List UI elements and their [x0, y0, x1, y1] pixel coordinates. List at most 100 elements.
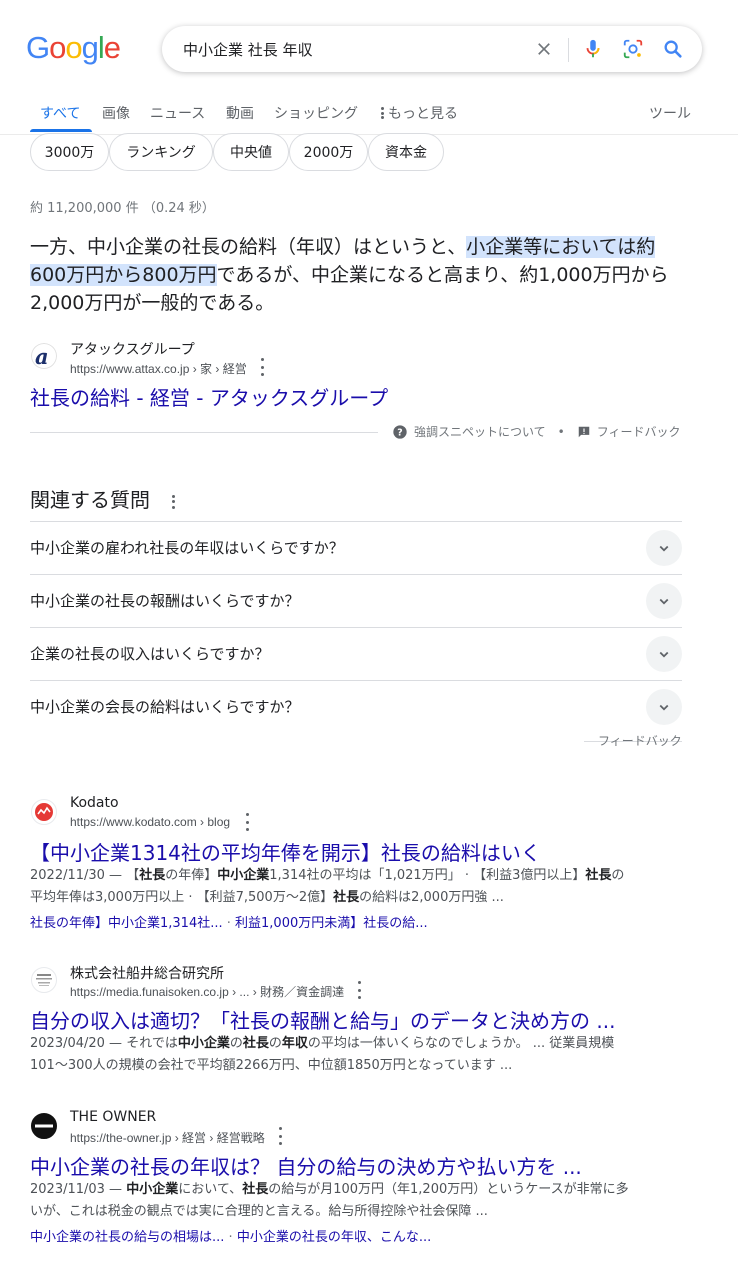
result-title-link[interactable]: 社長の給料 - 経営 - アタックスグループ: [30, 382, 388, 411]
site-url[interactable]: https://the-owner.jp › 経営 › 経営戦略: [70, 1129, 265, 1146]
result-snippet: 2023/11/03 — 中小企業において、社長の給与が月100万円（年1,20…: [30, 1179, 630, 1223]
tab-videos[interactable]: 動画: [226, 103, 254, 123]
chip-capital[interactable]: 資本金: [368, 133, 444, 171]
kodato-favicon: [31, 799, 57, 825]
result-stats: 約 11,200,000 件 （0.24 秒）: [30, 201, 215, 216]
snippet-bold-term: 年収: [281, 1036, 308, 1051]
sublink[interactable]: 社長の年俸】中小企業1,314社...: [30, 916, 223, 931]
active-tab-indicator: [30, 129, 92, 132]
search-input[interactable]: 中小企業 社長 年収: [183, 39, 313, 60]
more-vert-icon: [380, 107, 384, 119]
search-tabs: すべて 画像 ニュース 動画 ショッピング もっと見る ツール: [0, 96, 738, 135]
question-row[interactable]: 企業の社長の収入はいくらですか？: [30, 627, 682, 681]
svg-text:a: a: [35, 344, 49, 369]
snippet-footer: ? 強調スニペットについて • フィードバック: [392, 423, 681, 440]
snippet-text: 【: [126, 868, 140, 883]
snippet-text: それでは: [126, 1036, 178, 1051]
site-name: Kodato: [70, 795, 119, 811]
featured-snippet-text: 一方、中小企業の社長の給料（年収）はというと、小企業等においては約600万円から…: [30, 233, 680, 317]
clear-icon[interactable]: [532, 37, 556, 61]
about-snippets-link[interactable]: 強調スニペットについて: [414, 423, 546, 440]
result-date: 2023/04/20 —: [30, 1036, 127, 1051]
tab-all[interactable]: すべて: [40, 103, 80, 123]
snippet-bold-term: 中小企業: [126, 1182, 179, 1197]
site-url[interactable]: https://www.kodato.com › blog: [70, 815, 230, 829]
logo-letter: g: [81, 30, 99, 65]
result-title-link[interactable]: 自分の収入は適切？「社長の報酬と給与」のデータと決め方の ...: [30, 1005, 615, 1034]
tools-button[interactable]: ツール: [649, 103, 691, 123]
question-text: 企業の社長の収入はいくらですか？: [30, 645, 270, 663]
search-icon[interactable]: [661, 37, 685, 61]
more-options-icon[interactable]: [356, 981, 362, 999]
sublink-separator: ·: [222, 916, 236, 931]
bullet-separator: •: [557, 424, 565, 439]
snippet-text: において、: [178, 1182, 243, 1197]
snippet-bold-term: 社長: [242, 1182, 269, 1197]
snippet-text: の給料は2,000万円強 ...: [359, 890, 504, 905]
chip-3000man[interactable]: 3000万: [30, 133, 109, 171]
tab-news[interactable]: ニュース: [150, 103, 205, 123]
sublink[interactable]: 中小企業の社長の給与の相場は...: [30, 1230, 224, 1245]
feedback-icon[interactable]: [577, 425, 591, 439]
feedback-link[interactable]: フィードバック: [597, 423, 681, 440]
logo-letter: o: [65, 30, 82, 65]
google-logo[interactable]: Google: [26, 30, 121, 66]
chevron-down-icon[interactable]: [646, 636, 682, 672]
chip-median[interactable]: 中央値: [213, 133, 289, 171]
question-row[interactable]: 中小企業の社長の報酬はいくらですか？: [30, 574, 682, 628]
logo-letter: o: [49, 30, 66, 65]
result-sublinks: 中小企業の社長の給与の相場は... · 中小企業の社長の年収、こんな...: [30, 1226, 431, 1245]
chevron-down-icon[interactable]: [646, 583, 682, 619]
snippet-bold-term: 社長: [242, 1036, 269, 1051]
snippet-bold-term: 中小企業: [177, 1036, 230, 1051]
result-title-link[interactable]: 中小企業の社長の年収は？ 自分の給与の決め方や払い方を ...: [30, 1151, 582, 1180]
more-options-icon[interactable]: [277, 1127, 283, 1145]
snippet-text: の: [268, 1036, 282, 1051]
chevron-down-icon[interactable]: [646, 530, 682, 566]
question-text: 中小企業の社長の報酬はいくらですか？: [30, 592, 300, 610]
divider: [30, 741, 584, 742]
chevron-down-icon[interactable]: [646, 689, 682, 725]
site-url[interactable]: https://media.funaisoken.co.jp › ... › 財…: [70, 983, 344, 1000]
result-snippet: 2023/04/20 — それでは中小企業の社長の年収の平均は一体いくらなのでし…: [30, 1033, 622, 1077]
divider: [30, 432, 378, 433]
microphone-icon[interactable]: [581, 37, 605, 61]
more-options-icon[interactable]: [259, 358, 265, 376]
site-name: 株式会社船井総合研究所: [70, 966, 224, 982]
search-divider: [568, 38, 569, 62]
funaisoken-favicon: [31, 967, 57, 993]
attax-favicon: a: [31, 343, 57, 369]
site-name: THE OWNER: [70, 1109, 157, 1125]
sublink[interactable]: 利益1,000万円未満】社長の給...: [235, 916, 428, 931]
snippet-bold-term: 社長: [139, 868, 166, 883]
site-url[interactable]: https://www.attax.co.jp › 家 › 経営: [70, 360, 247, 377]
question-row[interactable]: 中小企業の雇われ社長の年収はいくらですか？: [30, 521, 682, 575]
tab-images[interactable]: 画像: [102, 103, 130, 123]
question-text: 中小企業の会長の給料はいくらですか？: [30, 698, 300, 716]
result-date: 2022/11/30 —: [30, 868, 127, 883]
camera-lens-icon[interactable]: [621, 37, 645, 61]
snippet-bold-term: 中小企業: [217, 868, 270, 883]
search-box[interactable]: 中小企業 社長 年収: [162, 26, 702, 72]
sublink-separator: ·: [224, 1230, 237, 1245]
related-questions-heading: 関連する質問: [30, 488, 150, 512]
more-options-icon[interactable]: [170, 494, 176, 509]
tab-more[interactable]: もっと見る: [380, 103, 458, 123]
snippet-text: の年俸】: [165, 868, 218, 883]
sublink[interactable]: 中小企業の社長の年収、こんな...: [237, 1230, 431, 1245]
tab-shopping[interactable]: ショッピング: [274, 103, 358, 123]
result-title-link[interactable]: 【中小企業1314社の平均年俸を開示】社長の給料はいく: [30, 837, 541, 866]
question-row[interactable]: 中小企業の会長の給料はいくらですか？: [30, 680, 682, 742]
question-text: 中小企業の雇われ社長の年収はいくらですか？: [30, 539, 344, 557]
paa-feedback-link[interactable]: フィードバック: [598, 732, 682, 749]
site-name: アタックスグループ: [70, 342, 195, 358]
snippet-bold-term: 社長: [333, 890, 360, 905]
snippet-bold-term: 社長: [585, 868, 612, 883]
chip-ranking[interactable]: ランキング: [109, 133, 213, 171]
svg-text:?: ?: [397, 427, 402, 438]
the-owner-favicon: [31, 1113, 57, 1139]
help-icon[interactable]: ?: [392, 424, 408, 440]
chip-2000man[interactable]: 2000万: [289, 133, 368, 171]
more-options-icon[interactable]: [244, 813, 250, 831]
result-snippet: 2022/11/30 — 【社長の年俸】中小企業1,314社の平均は「1,021…: [30, 865, 630, 909]
